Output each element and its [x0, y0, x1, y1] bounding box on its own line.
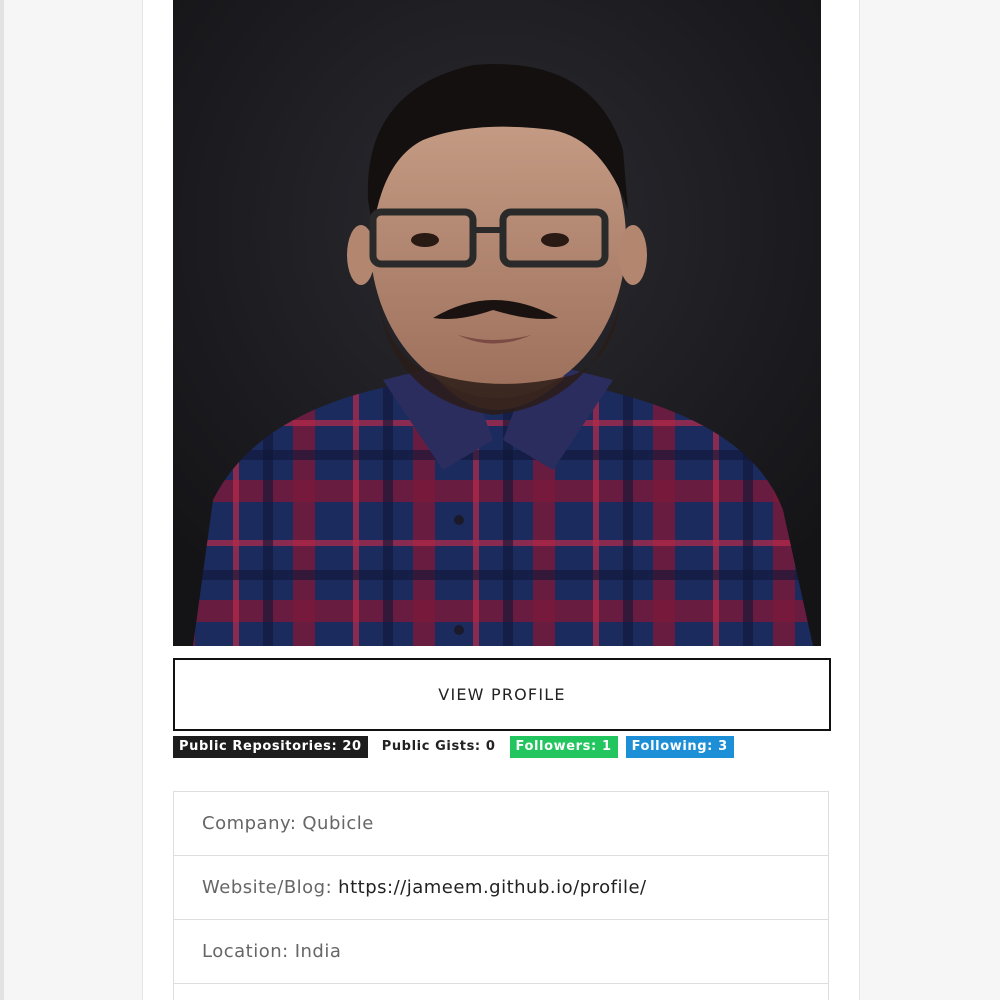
- page-edge: [0, 0, 4, 1000]
- company-label: Company:: [202, 813, 297, 834]
- public-gists-badge: Public Gists: 0: [375, 735, 502, 758]
- location-label: Location:: [202, 941, 289, 962]
- company-value: Qubicle: [302, 813, 374, 834]
- profile-photo: [173, 0, 821, 646]
- website-link[interactable]: https://jameem.github.io/profile/: [338, 877, 646, 898]
- view-profile-button[interactable]: VIEW PROFILE: [173, 658, 831, 731]
- website-row: Website/Blog: https://jameem.github.io/p…: [173, 856, 829, 920]
- following-badge: Following: 3: [625, 735, 734, 758]
- website-label: Website/Blog:: [202, 877, 333, 898]
- followers-badge: Followers: 1: [509, 735, 618, 758]
- company-row: Company: Qubicle: [173, 792, 829, 856]
- stats-badges: Public Repositories: 20 Public Gists: 0 …: [173, 735, 734, 758]
- location-row: Location: India: [173, 920, 829, 984]
- next-row: [173, 984, 829, 1000]
- public-repositories-badge: Public Repositories: 20: [173, 735, 368, 758]
- profile-details-list: Company: Qubicle Website/Blog: https://j…: [173, 791, 829, 1000]
- location-value: India: [294, 941, 342, 962]
- profile-card: VIEW PROFILE Public Repositories: 20 Pub…: [142, 0, 860, 1000]
